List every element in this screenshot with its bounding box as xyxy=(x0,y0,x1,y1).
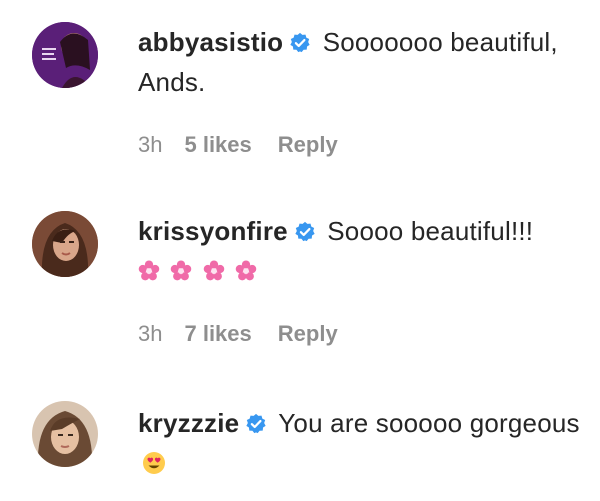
comment-body: krissyonfire Soooo beautiful!!! xyxy=(138,211,588,293)
comment-username[interactable]: abbyasistio xyxy=(138,27,283,57)
comment-text: Soooo beautiful!!! xyxy=(319,216,534,246)
comment-username[interactable]: kryzzzie xyxy=(138,408,239,438)
cherry-blossom-icon xyxy=(203,260,225,282)
comment-meta: 3h 7 likes Reply xyxy=(138,321,338,347)
emoji-group xyxy=(138,253,260,293)
verified-badge-icon xyxy=(294,221,316,243)
comment-text: You are sooooo gorgeous xyxy=(271,408,580,438)
verified-badge-icon xyxy=(245,413,267,435)
comment-body: abbyasistio Sooooooo beautiful, Ands. xyxy=(138,22,588,102)
comment-body: kryzzzie You are sooooo gorgeous xyxy=(138,403,588,483)
comment-time[interactable]: 3h xyxy=(138,132,162,158)
avatar-image xyxy=(32,401,98,467)
comment-meta: 3h 5 likes Reply xyxy=(138,132,338,158)
reply-button[interactable]: Reply xyxy=(278,321,338,347)
avatar-image xyxy=(32,22,98,88)
heart-eyes-icon xyxy=(142,451,166,475)
avatar[interactable] xyxy=(32,211,98,277)
avatar-image xyxy=(32,211,98,277)
comment-username[interactable]: krissyonfire xyxy=(138,216,288,246)
verified-badge-icon xyxy=(289,32,311,54)
cherry-blossom-icon xyxy=(235,260,257,282)
avatar[interactable] xyxy=(32,401,98,467)
cherry-blossom-icon xyxy=(138,260,160,282)
cherry-blossom-icon xyxy=(170,260,192,282)
avatar[interactable] xyxy=(32,22,98,88)
comment-likes[interactable]: 5 likes xyxy=(184,132,251,158)
comment-time[interactable]: 3h xyxy=(138,321,162,347)
comment-likes[interactable]: 7 likes xyxy=(184,321,251,347)
reply-button[interactable]: Reply xyxy=(278,132,338,158)
